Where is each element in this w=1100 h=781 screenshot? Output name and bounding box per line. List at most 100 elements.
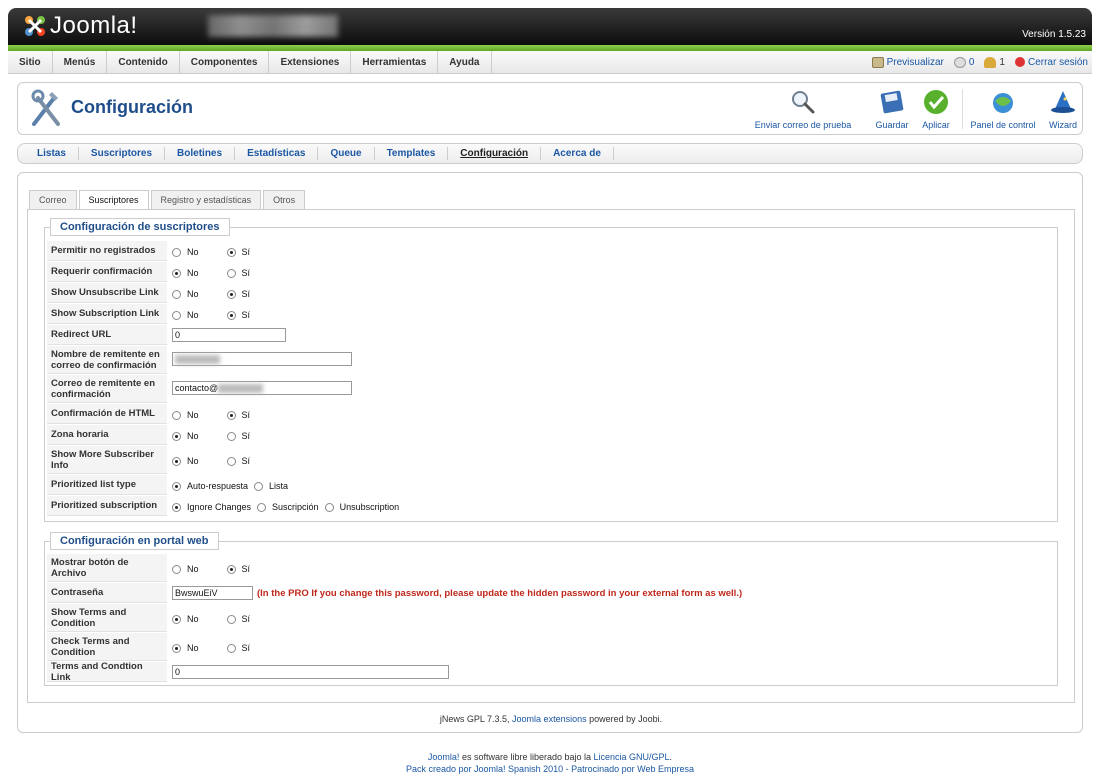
radio-no[interactable]: No	[172, 310, 199, 320]
users-status[interactable]: 1	[984, 56, 1005, 68]
radio-no[interactable]: No	[172, 410, 199, 420]
menu-contenido[interactable]: Contenido	[107, 50, 180, 74]
menu-sitio[interactable]: Sitio	[8, 50, 53, 74]
subnav-boletines[interactable]: Boletines	[165, 147, 236, 160]
radio-si[interactable]: Sí	[226, 614, 250, 624]
menu-menus[interactable]: Menús	[53, 50, 108, 74]
page-footer: Joomla! es software libre liberado bajo …	[0, 751, 1100, 775]
messages-status[interactable]: 0	[953, 56, 974, 68]
pack-credit-link[interactable]: Pack creado por Joomla! Spanish 2010 - P…	[406, 764, 694, 774]
radio-si[interactable]: Sí	[226, 268, 250, 278]
subscribers-config-group: Configuración de suscriptores Permitir n…	[44, 218, 1058, 522]
radio-suscripcion[interactable]: Suscripción	[257, 502, 319, 512]
control-panel-button[interactable]: Panel de control	[970, 89, 1036, 130]
check-terms-radios: No Sí	[172, 643, 278, 653]
sender-name-input[interactable]	[172, 352, 352, 366]
footer-pack-line: Pack creado por Joomla! Spanish 2010 - P…	[0, 763, 1100, 775]
sender-email-control: contacto@	[172, 381, 352, 395]
radio-si[interactable]: Sí	[226, 431, 250, 441]
radio-si[interactable]: Sí	[226, 410, 250, 420]
row-label: Correo de remitente en confirmación	[47, 375, 167, 403]
tab-otros[interactable]: Otros	[263, 190, 306, 209]
subnav-templates[interactable]: Templates	[375, 147, 449, 160]
row-label: Requerir confirmación	[47, 262, 167, 282]
radio-no[interactable]: No	[172, 247, 199, 257]
row-label: Show Unsubscribe Link	[47, 283, 167, 303]
radio-auto-respuesta[interactable]: Auto-respuesta	[172, 481, 248, 491]
tab-suscriptores[interactable]: Suscriptores	[78, 190, 149, 210]
subnav-queue[interactable]: Queue	[318, 147, 375, 160]
password-input[interactable]	[172, 586, 253, 600]
password-warning: (In the PRO If you change this password,…	[257, 587, 743, 599]
main-panel: Correo Suscriptores Registro y estadísti…	[17, 172, 1083, 733]
floppy-disk-icon	[880, 90, 904, 114]
sender-email-input[interactable]: contacto@	[172, 381, 352, 395]
wizard-button[interactable]: Wizard	[1046, 89, 1080, 130]
subnav-suscriptores[interactable]: Suscriptores	[79, 147, 166, 160]
page-title: Configuración	[71, 97, 193, 117]
menu-status: Previsualizar 0 1 Cerrar sesión	[871, 51, 1088, 74]
preview-icon	[871, 56, 884, 68]
prioritized-list-type-radios: Auto-respuesta Lista	[172, 481, 294, 491]
row-label: Prioritized list type	[47, 475, 167, 495]
joomla-logo[interactable]: Joomla!	[22, 12, 138, 40]
control-panel-icon	[993, 93, 1013, 113]
redirect-url-input[interactable]	[172, 328, 286, 342]
subnav-estadisticas[interactable]: Estadísticas	[235, 147, 319, 160]
radio-lista[interactable]: Lista	[254, 481, 288, 491]
radio-no[interactable]: No	[172, 564, 199, 574]
config-tabs: Correo Suscriptores Registro y estadísti…	[29, 190, 306, 210]
menu-ayuda[interactable]: Ayuda	[438, 50, 492, 74]
gpl-license-link[interactable]: Licencia GNU/GPL	[594, 752, 670, 762]
subnav-listas[interactable]: Listas	[25, 147, 79, 160]
allow-unregistered-radios: No Sí	[172, 247, 278, 257]
component-credit: jNews GPL 7.3.5, Joomla extensions power…	[439, 714, 663, 724]
radio-si[interactable]: Sí	[226, 643, 250, 653]
radio-no[interactable]: No	[172, 614, 199, 624]
radio-no[interactable]: No	[172, 456, 199, 466]
joomla-extensions-link[interactable]: Joomla extensions	[512, 714, 587, 724]
radio-no[interactable]: No	[172, 643, 199, 653]
radio-si[interactable]: Sí	[226, 247, 250, 257]
apply-button[interactable]: Aplicar	[918, 89, 954, 130]
blurred-value	[175, 355, 220, 365]
users-icon	[984, 56, 997, 68]
logo-text: Joomla!	[50, 12, 138, 39]
show-terms-radios: No Sí	[172, 614, 278, 624]
preview-link[interactable]: Previsualizar	[871, 56, 944, 68]
main-menu: Sitio Menús Contenido Componentes Extens…	[8, 50, 1092, 74]
logout-link[interactable]: Cerrar sesión	[1014, 57, 1088, 68]
row-label: Show Subscription Link	[47, 304, 167, 324]
menu-extensiones[interactable]: Extensiones	[269, 50, 352, 74]
send-test-email-button[interactable]: Enviar correo de prueba	[753, 89, 853, 130]
toolbar-separator	[962, 89, 963, 129]
joomla-link[interactable]: Joomla!	[428, 752, 460, 762]
radio-unsubscription[interactable]: Unsubscription	[324, 502, 399, 512]
row-label: Mostrar botón de Archivo	[47, 554, 167, 582]
magnifier-icon	[792, 91, 815, 114]
tab-panel-suscriptores: Configuración de suscriptores Permitir n…	[27, 209, 1075, 703]
timezone-radios: No Sí	[172, 431, 278, 441]
radio-si[interactable]: Sí	[226, 310, 250, 320]
radio-ignore-changes[interactable]: Ignore Changes	[172, 502, 251, 512]
menu-herramientas[interactable]: Herramientas	[351, 50, 439, 74]
radio-no[interactable]: No	[172, 431, 199, 441]
menu-componentes[interactable]: Componentes	[180, 50, 270, 74]
logout-icon	[1014, 57, 1025, 68]
row-label: Contraseña	[47, 583, 167, 603]
radio-si[interactable]: Sí	[226, 564, 250, 574]
radio-si[interactable]: Sí	[226, 289, 250, 299]
wizard-hat-icon	[1051, 91, 1075, 113]
radio-no[interactable]: No	[172, 268, 199, 278]
save-button[interactable]: Guardar	[872, 89, 912, 130]
row-label: Show More Subscriber Info	[47, 446, 167, 474]
radio-si[interactable]: Sí	[226, 456, 250, 466]
tab-registro-estadisticas[interactable]: Registro y estadísticas	[150, 190, 262, 209]
subnav-configuracion[interactable]: Configuración	[448, 147, 542, 160]
sender-name-control	[172, 352, 352, 366]
radio-no[interactable]: No	[172, 289, 199, 299]
row-label: Check Terms and Condition	[47, 633, 167, 661]
tab-correo[interactable]: Correo	[29, 190, 77, 209]
terms-link-input[interactable]	[172, 665, 449, 679]
subnav-acerca-de[interactable]: Acerca de	[541, 147, 614, 160]
